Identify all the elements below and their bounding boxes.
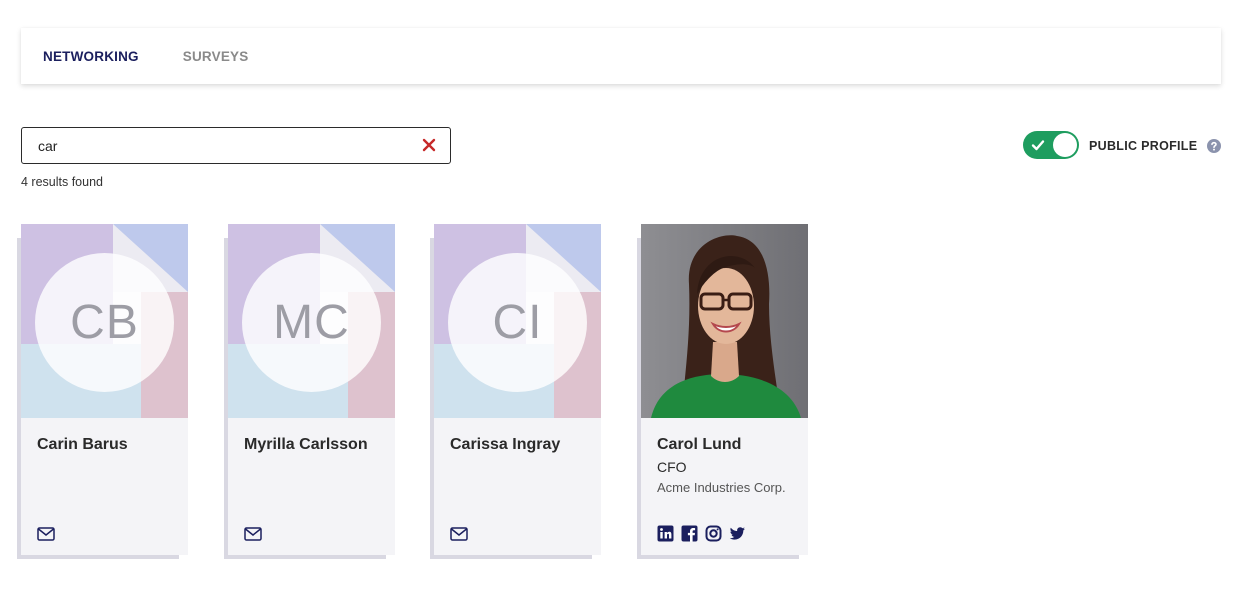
social-links	[657, 525, 753, 542]
card-name[interactable]: Carin Barus	[37, 436, 128, 454]
card-job-title: CFO	[657, 459, 687, 475]
avatar-initials: CB	[35, 253, 174, 392]
envelope-icon[interactable]	[244, 527, 262, 541]
avatar-initials: CI	[448, 253, 587, 392]
profile-photo	[641, 224, 808, 418]
avatar-background: MC	[228, 224, 395, 418]
tab-networking[interactable]: NETWORKING	[43, 49, 139, 64]
instagram-icon[interactable]	[705, 525, 722, 542]
search-field	[21, 127, 451, 164]
card-name[interactable]: Myrilla Carlsson	[244, 436, 368, 454]
public-profile-toggle[interactable]	[1023, 131, 1079, 159]
envelope-icon[interactable]	[37, 527, 55, 541]
card-company: Acme Industries Corp.	[657, 480, 786, 495]
check-icon	[1031, 140, 1045, 151]
card-body: MC Myrilla Carlsson	[228, 224, 395, 555]
toggle-knob	[1053, 133, 1077, 157]
close-icon[interactable]	[420, 136, 438, 154]
results-count: 4 results found	[21, 175, 103, 189]
profile-card[interactable]: MC Myrilla Carlsson	[224, 224, 395, 559]
card-name[interactable]: Carol Lund	[657, 436, 741, 454]
profile-card[interactable]: CI Carissa Ingray	[430, 224, 601, 559]
question-circle-icon[interactable]	[1207, 139, 1221, 153]
tab-surveys[interactable]: SURVEYS	[183, 49, 249, 64]
linkedin-icon[interactable]	[657, 525, 674, 542]
card-body: CI Carissa Ingray	[434, 224, 601, 555]
avatar-initials: MC	[242, 253, 381, 392]
tab-bar: NETWORKING SURVEYS	[21, 28, 1221, 84]
twitter-icon[interactable]	[729, 525, 746, 542]
facebook-icon[interactable]	[681, 525, 698, 542]
card-body: Carol Lund CFO Acme Industries Corp.	[641, 224, 808, 555]
public-profile-label: PUBLIC PROFILE	[1089, 139, 1198, 153]
profile-card[interactable]: Carol Lund CFO Acme Industries Corp.	[637, 224, 808, 559]
envelope-icon[interactable]	[450, 527, 468, 541]
avatar-background: CB	[21, 224, 188, 418]
card-name[interactable]: Carissa Ingray	[450, 436, 560, 454]
search-input[interactable]	[22, 128, 412, 163]
profile-card[interactable]: CB Carin Barus	[17, 224, 188, 559]
avatar-background: CI	[434, 224, 601, 418]
card-body: CB Carin Barus	[21, 224, 188, 555]
